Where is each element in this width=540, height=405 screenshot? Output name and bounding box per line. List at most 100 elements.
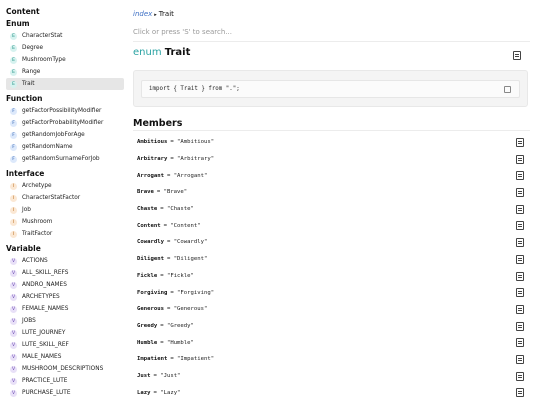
kind-badge-icon: F (10, 131, 17, 139)
sidebar-item[interactable]: I TraitFactor (6, 228, 124, 240)
sidebar-item[interactable]: V MALE_NAMES (6, 351, 124, 363)
sidebar-item[interactable]: I CharacterStatFactor (6, 192, 124, 204)
member-row: Forgiving = "Forgiving" (133, 284, 530, 301)
member-name: Arrogant (137, 172, 164, 179)
breadcrumb: index ▸ Trait (133, 10, 174, 18)
source-file-icon[interactable] (516, 171, 524, 181)
sidebar-item-label: LUTE_JOURNEY (22, 330, 66, 336)
source-file-icon[interactable] (516, 154, 524, 164)
source-file-icon[interactable] (516, 288, 524, 298)
sidebar-item[interactable]: V PRACTICE_LUTE (6, 375, 124, 387)
sidebar-item-label: MushroomType (22, 57, 66, 63)
sidebar-item[interactable]: E Degree (6, 42, 124, 54)
member-value: = "Lazy" (153, 389, 181, 396)
member-name: Humble (137, 339, 158, 346)
kind-badge-icon: V (10, 317, 17, 325)
member-row: Brave = "Brave" (133, 184, 530, 201)
search-input[interactable]: Click or press 'S' to search... (133, 28, 232, 36)
kind-badge-icon: V (10, 377, 17, 385)
source-file-icon[interactable] (516, 188, 524, 198)
kind-badge-icon: V (10, 257, 17, 265)
member-value: = "Humble" (160, 339, 194, 346)
member-row: Lazy = "Lazy" (133, 384, 530, 401)
kind-badge-icon: V (10, 341, 17, 349)
sidebar-item-label: Archetype (22, 183, 52, 189)
sidebar-section-title: Function (6, 94, 43, 103)
sidebar-item-label: Degree (22, 45, 44, 51)
member-value: = "Brave" (156, 189, 188, 196)
sidebar-item[interactable]: FgetRandomSurnameForJob (6, 153, 124, 165)
sidebar-section: Variable V ACTIONS V ALL_SKILL_REFS V ANDRO_NA… (6, 243, 124, 399)
sidebar-item[interactable]: V LUTE_SKILL_REF (6, 339, 124, 351)
sidebar-item[interactable]: FgetRandomJobForAge (6, 129, 124, 141)
source-file-icon[interactable] (516, 354, 524, 364)
member-name: Generous (137, 306, 164, 313)
sidebar-item-label: Range (22, 69, 41, 75)
sidebar-item[interactable]: V ALL_SKILL_REFS (6, 267, 124, 279)
kind-badge-icon: V (10, 293, 17, 301)
sidebar-item[interactable]: FgetFactorPossibilityModifier (6, 105, 124, 117)
kind-badge-icon: V (10, 365, 17, 373)
member-value: = "Arbitrary" (170, 156, 215, 163)
page-title: enum Trait (133, 47, 190, 58)
sidebar-item-label: Mushroom (22, 219, 53, 225)
breadcrumb-index-link[interactable]: index (133, 10, 152, 18)
source-file-icon[interactable] (516, 204, 524, 214)
source-file-icon[interactable] (516, 238, 524, 248)
kind-badge-icon: F (10, 119, 17, 127)
sidebar-item[interactable]: E CharacterStat (6, 30, 124, 42)
title-name: Trait (164, 47, 191, 58)
sidebar-item[interactable]: V ARCHETYPES (6, 291, 124, 303)
member-name: Arbitrary (137, 156, 168, 163)
member-row: Greedy = "Greedy" (133, 318, 530, 335)
sidebar-item[interactable]: V ANDRO_NAMES (6, 279, 124, 291)
source-file-icon[interactable] (516, 138, 524, 147)
member-value: = "Fickle" (160, 272, 194, 279)
sidebar-item[interactable]: I Job (6, 204, 124, 216)
source-file-icon[interactable] (516, 254, 524, 264)
sidebar-item[interactable]: V MUSHROOM_DESCRIPTIONS (6, 363, 124, 375)
sidebar-item[interactable]: E Range (6, 66, 124, 78)
sidebar-section: Function FgetFactorPossibilityModifier Fge… (6, 93, 124, 165)
member-value: = "Arrogant" (166, 172, 208, 179)
sidebar-item[interactable]: I Mushroom (6, 216, 124, 228)
sidebar-item[interactable]: FgetRandomName (6, 141, 124, 153)
sidebar-item-label: PURCHASE_LUTE (22, 390, 71, 396)
source-file-icon[interactable] (516, 371, 524, 381)
sidebar-section-title: Variable (6, 244, 41, 253)
source-file-icon[interactable] (516, 321, 524, 331)
source-file-icon[interactable] (516, 304, 524, 314)
sidebar-item[interactable]: V ACTIONS (6, 255, 124, 267)
sidebar-item-label: LUTE_SKILL_REF (22, 342, 69, 348)
source-file-icon[interactable] (516, 271, 524, 281)
sidebar-item-label: FEMALE_NAMES (22, 306, 69, 312)
import-code-block: import { Trait } from "."; (133, 70, 528, 107)
source-file-icon[interactable] (516, 388, 524, 398)
sidebar-item[interactable]: V LUTE_JOURNEY (6, 327, 124, 339)
sidebar-item[interactable]: V FEMALE_NAMES (6, 303, 124, 315)
sidebar-item-label: CharacterStatFactor (22, 195, 81, 201)
import-code: import { Trait } from "."; (149, 86, 240, 92)
kind-badge-icon: F (10, 143, 17, 151)
sidebar-item[interactable]: E MushroomType (6, 54, 124, 66)
member-name: Ambitious (137, 139, 168, 146)
sidebar-item[interactable]: E Trait (6, 78, 124, 90)
kind-badge-icon: I (10, 194, 17, 202)
member-name: Lazy (137, 389, 151, 396)
member-row: Cowardly = "Cowardly" (133, 234, 530, 251)
kind-badge-icon: F (10, 155, 17, 163)
source-file-icon[interactable] (513, 51, 521, 60)
kind-badge-icon: E (10, 80, 17, 88)
kind-badge-icon: V (10, 353, 17, 361)
sidebar-item[interactable]: FgetFactorProbabilityModifier (6, 117, 124, 129)
sidebar-item[interactable]: V PURCHASE_LUTE (6, 387, 124, 399)
member-row: Just = "Just" (133, 368, 530, 385)
copy-icon[interactable] (504, 86, 511, 93)
member-value: = "Generous" (166, 306, 208, 313)
sidebar-item[interactable]: I Archetype (6, 180, 124, 192)
source-file-icon[interactable] (516, 221, 524, 231)
kind-badge-icon: F (10, 107, 17, 115)
source-file-icon[interactable] (516, 338, 524, 348)
sidebar-item[interactable]: V JOBS (6, 315, 124, 327)
divider (133, 130, 530, 131)
